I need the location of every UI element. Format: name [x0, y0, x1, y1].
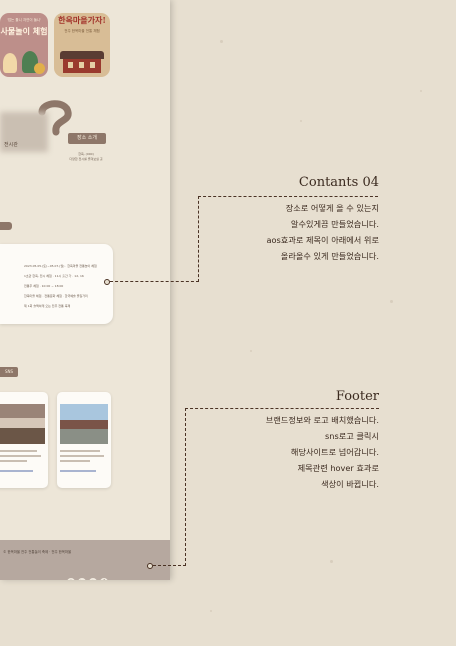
section-marker	[0, 222, 12, 230]
annotation-line: 장소로 어떻게 올 수 있는지	[285, 203, 379, 213]
annotation-line: 해당사이트로 넘어갑니다.	[290, 447, 379, 457]
twitter-icon[interactable]: ✦	[89, 578, 97, 580]
info-row: 전통주 체험 · 10:00 ~ 18:00	[24, 284, 64, 288]
connector-line	[198, 196, 378, 197]
instagram-post-card[interactable]	[57, 392, 111, 488]
card-title: 한옥마을가자!	[58, 15, 106, 25]
youtube-icon[interactable]: ▶	[78, 578, 86, 580]
connector-line	[198, 196, 199, 282]
connector-line	[185, 408, 379, 409]
annotation-line: 올라올수 있게 만들었습니다.	[280, 251, 379, 261]
connector-line	[110, 281, 199, 282]
info-row: 한옥마을 체험 · 전통문화 체험 · 한국예술 즐길거리	[24, 294, 88, 298]
card-subtitle: '덥는 틀니 자연이 돌니'	[6, 18, 42, 22]
program-card-samulnori[interactable]: '덥는 틀니 자연이 돌니' 사물놀이 체험	[0, 13, 48, 77]
post-photo	[60, 404, 108, 444]
place-name: 전시관	[4, 142, 18, 148]
program-card-hanok[interactable]: 한옥마을가자! 전주 한옥마을 전통 체험	[54, 13, 110, 77]
place-desc-line: 다양한 전시를 즐겨보실 곳	[69, 157, 103, 161]
annotation-line: 색상이 바뀝니다.	[321, 479, 379, 489]
info-row: 2023.05.05.(토)~05.07.(월) · 한옥마을 전통놀이 체험	[24, 264, 97, 268]
footer-bar: © 한옥마을 전주 전통놀이 축제 · 전주 한옥마을 ◎ ▶ ✦ f	[0, 540, 170, 580]
location-info-card: 2023.05.05.(토)~05.07.(월) · 한옥마을 전통놀이 체험 …	[0, 244, 113, 324]
annotation-line: sns로고 클릭시	[325, 431, 379, 441]
drum-illustration	[34, 63, 45, 74]
hanok-roof	[60, 51, 104, 59]
annotation-title-contents: Contants 04	[298, 175, 379, 190]
website-preview: '덥는 틀니 자연이 돌니' 사물놀이 체험 한옥마을가자! 전주 한옥마을 전…	[0, 0, 170, 580]
connector-dot	[104, 279, 110, 285]
info-row: 제 1회 슬쩍하게 오는 전주 전통 축제	[24, 304, 71, 308]
connector-line	[153, 565, 186, 566]
connector-line	[185, 408, 186, 566]
facebook-icon[interactable]: f	[100, 578, 108, 580]
place-description: 한옥, (000) 다양한 전시를 즐겨보실 곳	[63, 152, 109, 162]
annotation-line: aos효과로 제목이 아래에서 위로	[266, 235, 380, 245]
annotation-line: 제목관련 hover 효과로	[297, 463, 379, 473]
hanok-window	[79, 62, 84, 68]
info-row: 1초관 한옥, 전시 체험 · 11시 출간 가 · 12, 16	[24, 274, 84, 278]
annotation-line: 알수있게끔 만들었습니다.	[290, 219, 379, 229]
connector-dot	[147, 563, 153, 569]
footer-brand-info: © 한옥마을 전주 전통놀이 축제 · 전주 한옥마을	[3, 550, 72, 554]
annotation-line: 브랜드정보와 로고 배치했습니다.	[265, 415, 379, 425]
card-subtitle: 전주 한옥마을 전통 체험	[64, 29, 100, 33]
performer-illustration	[3, 53, 17, 73]
instagram-icon[interactable]: ◎	[67, 578, 75, 580]
hanok-window	[68, 62, 73, 68]
place-intro-tag: 장소 소개	[68, 133, 106, 144]
annotation-title-footer: Footer	[335, 389, 379, 404]
hanok-window	[90, 62, 95, 68]
post-photo	[0, 404, 45, 444]
instagram-post-card[interactable]	[0, 392, 48, 488]
sns-section-tag: SNS	[0, 367, 18, 377]
card-title: 사물놀이 체험	[0, 26, 48, 36]
